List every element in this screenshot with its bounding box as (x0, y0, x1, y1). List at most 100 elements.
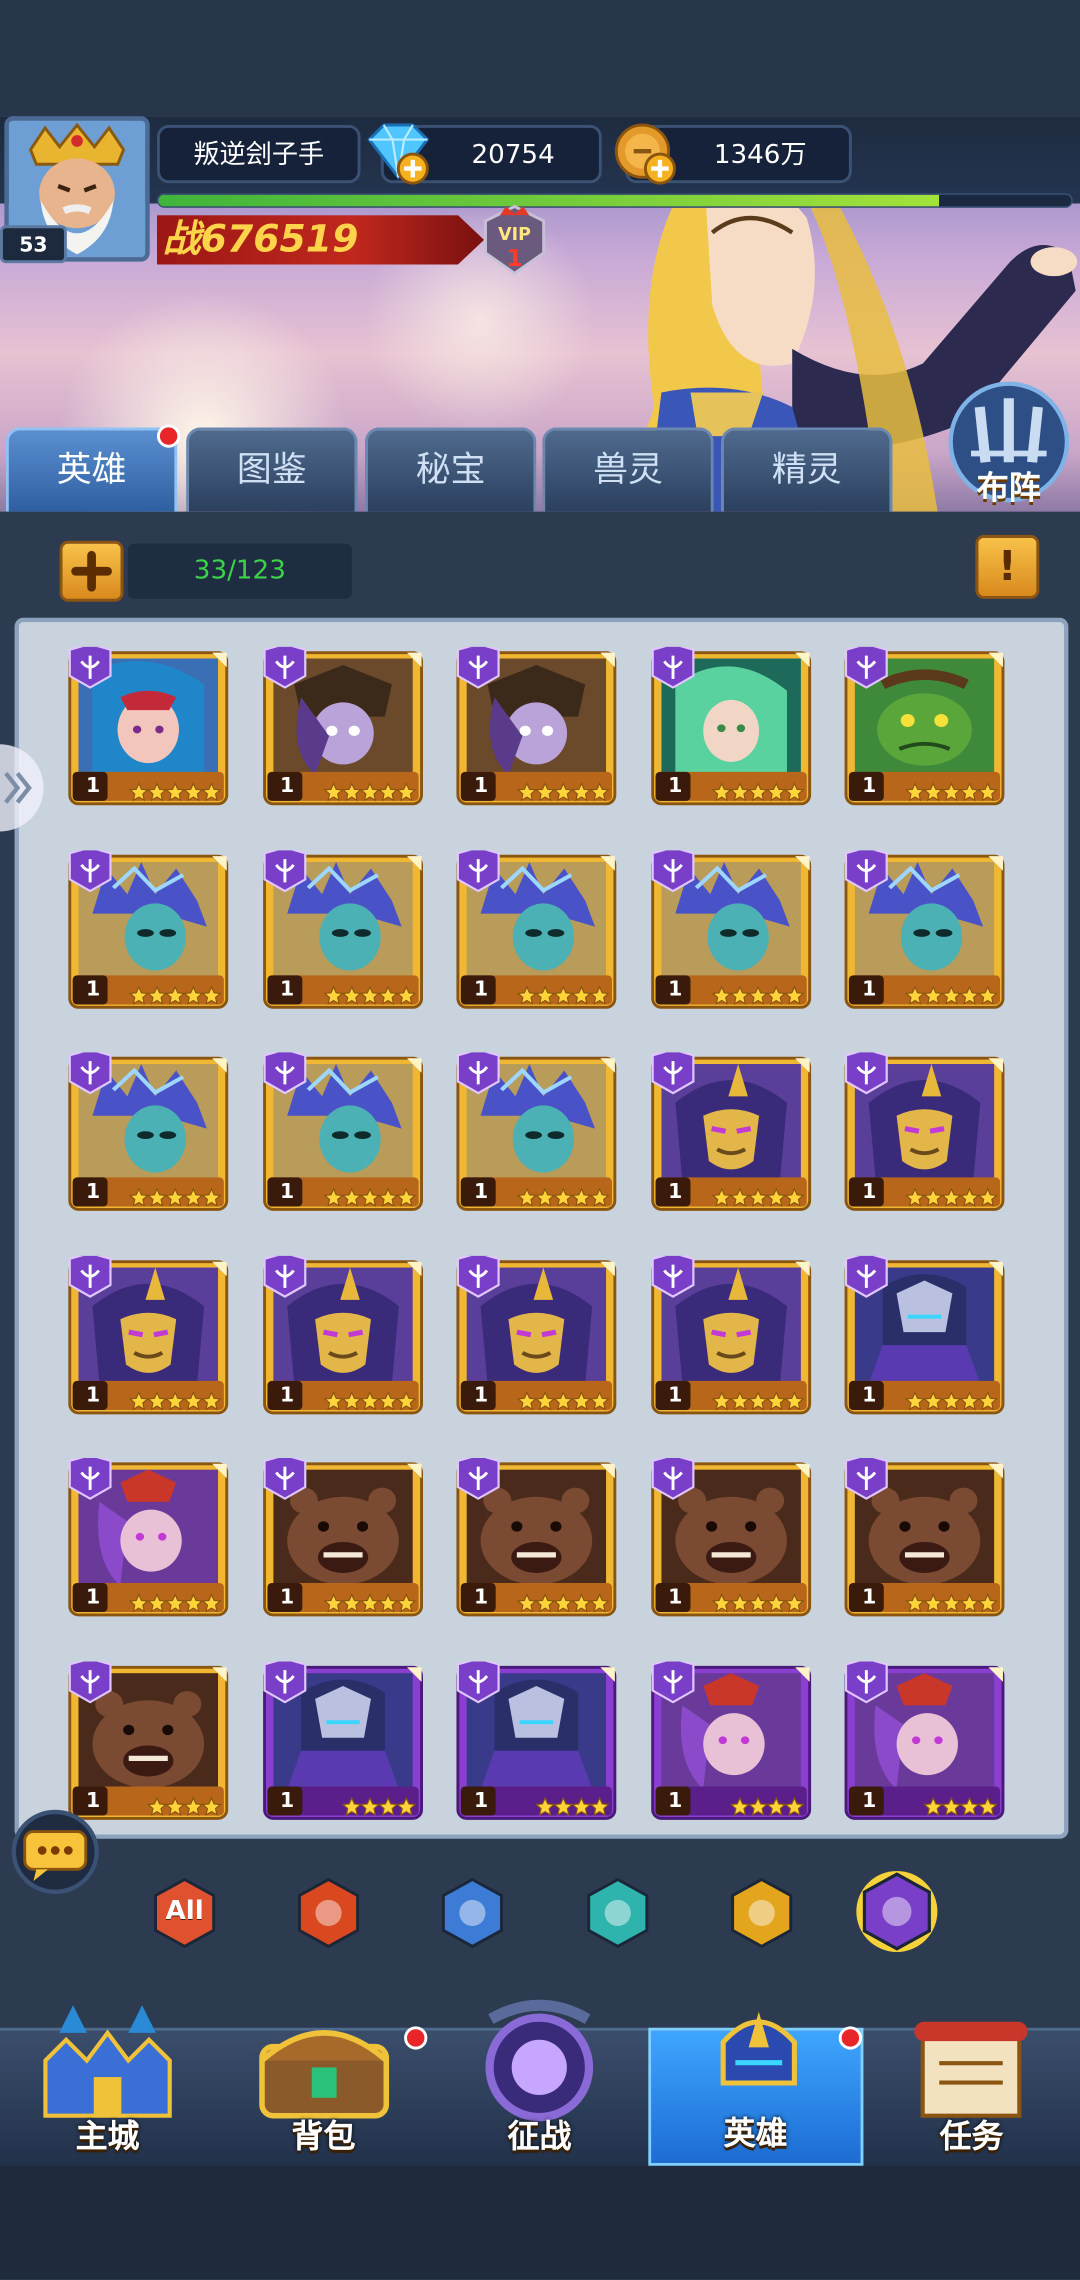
hero-level: 1 (474, 1585, 489, 1610)
player-name[interactable]: 叛逆刽子手 (156, 125, 361, 184)
hero-level: 1 (85, 1788, 101, 1812)
tab-label: 兽灵 (593, 449, 663, 490)
faction-filter-button[interactable]: All (147, 1875, 223, 1951)
hero-card[interactable]: 1 (843, 845, 1006, 1010)
tab-treasure[interactable]: 秘宝 (364, 427, 537, 512)
hero-card[interactable]: 1 (649, 1656, 812, 1821)
filter-label: All (165, 1895, 204, 1927)
game-screen: 53 叛逆刽子手 20754 1346万 战676519 VIP 1 英雄 图鉴 (0, 0, 1080, 2280)
nav-notification-dot (404, 2026, 428, 2050)
hero-level: 1 (85, 1180, 101, 1204)
nav-label: 任务 (939, 2119, 1004, 2156)
expand-slots-button[interactable] (59, 540, 124, 602)
hero-card[interactable]: 1 (67, 1048, 230, 1212)
hero-card[interactable]: 1 (455, 1251, 618, 1415)
castle-icon (43, 2005, 172, 2118)
nav-helmet[interactable]: 英雄 (648, 2011, 864, 2166)
hero-card[interactable]: 1 (455, 1048, 618, 1212)
faction-filter-button[interactable] (291, 1875, 367, 1951)
hero-card[interactable]: 1 (67, 1656, 230, 1821)
hero-card[interactable]: 1 (261, 642, 424, 807)
nav-dragon-portal[interactable]: 征战 (432, 1991, 647, 2165)
hero-level: 1 (279, 1585, 295, 1610)
hero-card[interactable]: 1 (261, 1453, 424, 1618)
hero-card[interactable]: 1 (67, 845, 230, 1010)
faction-filter-button[interactable] (724, 1875, 800, 1951)
nav-label: 征战 (507, 2119, 572, 2156)
hero-card[interactable]: 1 (649, 1048, 812, 1212)
side-expand-handle[interactable] (0, 744, 44, 832)
hero-level: 1 (668, 977, 683, 1001)
battle-power-prefix: 战 (162, 218, 201, 262)
hero-card[interactable]: 1 (67, 1453, 230, 1618)
hero-level: 1 (85, 1383, 101, 1407)
hero-card[interactable]: 1 (649, 642, 812, 807)
info-button[interactable]: ! (975, 534, 1040, 599)
hero-card[interactable]: 1 (261, 1656, 424, 1821)
skull-faction-icon (587, 1877, 649, 1949)
chest-icon (258, 2030, 389, 2119)
diamond-amount: 20754 (471, 139, 555, 171)
formation-button[interactable]: 布阵 (945, 381, 1073, 512)
hero-level: 1 (474, 1383, 489, 1407)
tab-label: 秘宝 (415, 449, 486, 490)
hero-level: 1 (279, 977, 295, 1001)
hero-card[interactable]: 1 (455, 1656, 618, 1821)
hero-level: 1 (474, 1180, 489, 1204)
hero-card[interactable]: 1 (455, 642, 618, 807)
hero-card[interactable]: 1 (261, 1251, 424, 1415)
hero-card[interactable]: 1 (843, 1656, 1006, 1821)
hero-level: 1 (668, 1788, 683, 1812)
hero-card[interactable]: 1 (455, 845, 618, 1010)
hero-level: 1 (474, 977, 489, 1001)
hero-card[interactable]: 1 (261, 1048, 424, 1212)
hero-card[interactable]: 1 (261, 845, 424, 1010)
hero-level: 1 (474, 774, 489, 799)
gold-add-icon[interactable] (611, 119, 681, 186)
chat-button[interactable] (11, 1809, 99, 1895)
hero-card[interactable]: 1 (649, 1453, 812, 1618)
faction-filter-button[interactable] (855, 1869, 939, 1953)
faction-filter-button[interactable] (580, 1875, 656, 1951)
nav-label: 主城 (75, 2119, 140, 2156)
tab-label: 英雄 (56, 449, 127, 490)
hero-level: 1 (862, 1788, 877, 1812)
tab-codex[interactable]: 图鉴 (186, 427, 358, 512)
hero-card[interactable]: 1 (843, 1251, 1006, 1415)
hero-card[interactable]: 1 (843, 1453, 1006, 1618)
vip-level: 1 (506, 244, 523, 272)
nav-castle[interactable]: 主城 (0, 1991, 215, 2165)
hero-card[interactable]: 1 (455, 1453, 618, 1618)
hero-level: 1 (668, 1180, 683, 1204)
scroll-icon (914, 2021, 1029, 2118)
hero-card[interactable]: 1 (67, 642, 230, 807)
tab-beast-spirit[interactable]: 兽灵 (542, 427, 714, 512)
hero-level: 1 (85, 774, 101, 799)
bottom-strip (0, 2165, 1080, 2280)
battle-power: 战676519 (163, 215, 359, 264)
nav-chest[interactable]: 背包 (216, 1991, 431, 2165)
hero-level: 1 (862, 977, 877, 1001)
nav-label: 背包 (291, 2119, 356, 2156)
hero-card[interactable]: 1 (843, 642, 1006, 807)
hero-card[interactable]: 1 (649, 845, 812, 1010)
formation-label: 布阵 (976, 470, 1041, 508)
hero-card[interactable]: 1 (649, 1251, 812, 1415)
helmet-icon (720, 2011, 797, 2086)
vip-badge[interactable]: VIP 1 (480, 204, 550, 277)
tab-elf[interactable]: 精灵 (720, 427, 893, 512)
hero-card[interactable]: 1 (67, 1251, 230, 1415)
chat-bubble-icon (23, 1830, 88, 1881)
diamond-add-icon[interactable] (363, 119, 433, 186)
tab-heroes[interactable]: 英雄 (5, 427, 178, 512)
faction-filter-button[interactable] (435, 1875, 511, 1951)
hero-level: 1 (862, 1180, 877, 1204)
hero-level: 1 (668, 1383, 683, 1407)
nav-notification-dot (838, 2026, 862, 2050)
hero-level: 1 (279, 774, 295, 799)
hero-card[interactable]: 1 (843, 1048, 1006, 1212)
player-level-badge: 53 (0, 225, 67, 264)
dragon-portal-icon (485, 1999, 594, 2122)
nav-scroll[interactable]: 任务 (864, 1991, 1079, 2165)
hero-level: 1 (279, 1180, 295, 1204)
